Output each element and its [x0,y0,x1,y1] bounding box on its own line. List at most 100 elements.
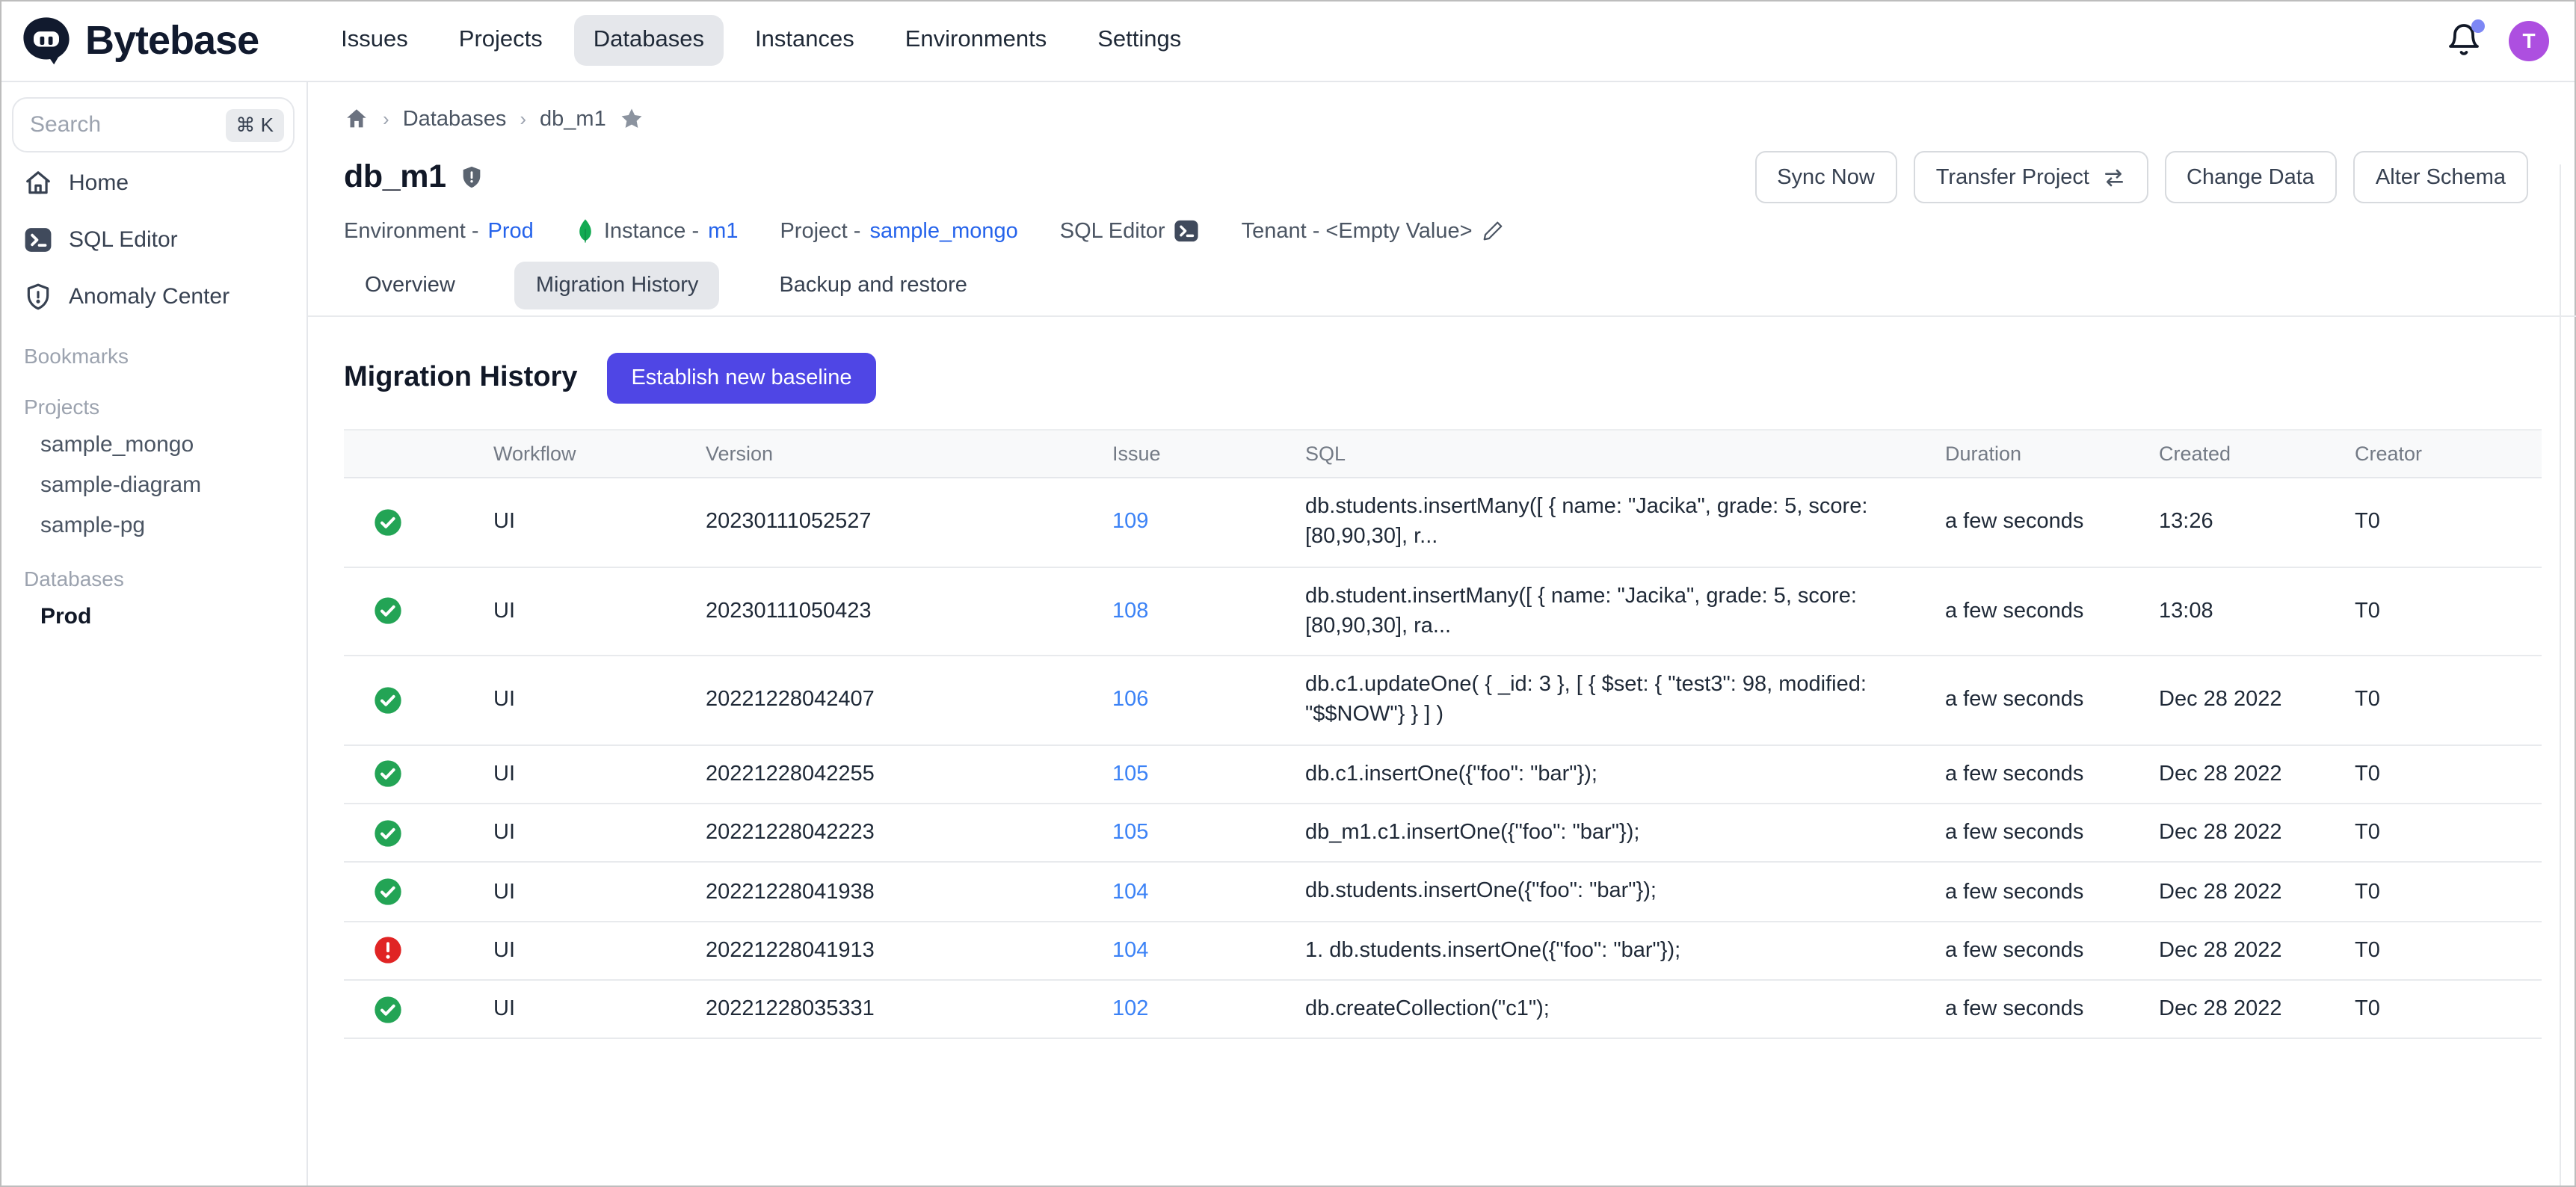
sidebar-item-sql-editor[interactable]: SQL Editor [12,214,295,266]
table-row[interactable]: UI202212280419131041. db.students.insert… [344,921,2542,980]
home-icon[interactable] [344,106,369,132]
issue-link[interactable]: 104 [1112,939,1148,963]
avatar[interactable]: T [2509,20,2549,61]
terminal-icon [1174,218,1200,244]
nav-item-settings[interactable]: Settings [1078,15,1201,66]
issue-link[interactable]: 102 [1112,997,1148,1021]
sidebar-item-label: Anomaly Center [69,284,229,309]
cell-duration: a few seconds [1906,921,2120,980]
sidebar-project-sample-mongo[interactable]: sample_mongo [12,425,295,465]
sync-now-button[interactable]: Sync Now [1754,151,1897,203]
table-row[interactable]: UI20230111052527109db.students.insertMan… [344,478,2542,567]
sidebar-project-sample-diagram[interactable]: sample-diagram [12,465,295,505]
transfer-project-button[interactable]: Transfer Project [1914,151,2148,203]
shield-alert-icon [24,283,52,311]
nav-item-databases[interactable]: Databases [574,15,724,66]
brand[interactable]: Bytebase [21,15,259,66]
terminal-icon [24,226,52,254]
cell-duration: a few seconds [1906,745,2120,804]
column-header-workflow: Workflow [455,430,667,478]
issue-link[interactable]: 109 [1112,511,1148,534]
sidebar-section-projects: Projects [12,374,295,425]
shield-icon [460,164,485,190]
tab-backup-and-restore[interactable]: Backup and restore [758,262,988,309]
cell-workflow: UI [455,478,667,567]
cell-creator: T0 [2316,980,2542,1039]
nav-item-issues[interactable]: Issues [321,15,428,66]
divider [308,315,2576,317]
column-header-version: Version [667,430,1073,478]
table-row[interactable]: UI20221228042255105db.c1.insertOne({"foo… [344,745,2542,804]
nav-item-instances[interactable]: Instances [736,15,874,66]
issue-link[interactable]: 105 [1112,821,1148,845]
table-header: WorkflowVersionIssueSQLDurationCreatedCr… [344,430,2542,478]
cell-creator: T0 [2316,921,2542,980]
issue-link[interactable]: 106 [1112,688,1148,712]
sidebar-item-label: SQL Editor [69,227,178,253]
cell-version: 20230111050423 [667,567,1073,656]
section-title: Migration History [344,362,577,395]
cell-created: Dec 28 2022 [2120,863,2316,922]
alter-schema-button[interactable]: Alter Schema [2353,151,2528,203]
cell-status [344,745,455,804]
star-icon[interactable] [620,106,645,132]
column-header-sql: SQL [1266,430,1906,478]
issue-link[interactable]: 108 [1112,599,1148,623]
table-row[interactable]: UI20230111050423108db.student.insertMany… [344,567,2542,656]
pencil-icon[interactable] [1482,220,1504,242]
establish-baseline-button[interactable]: Establish new baseline [607,353,875,404]
cell-sql: db.c1.updateOne( { _id: 3 }, [ { $set: {… [1266,656,1906,744]
environment-link[interactable]: Prod [488,219,534,243]
cell-sql: db.c1.insertOne({"foo": "bar"}); [1266,745,1906,804]
sidebar-item-anomaly-center[interactable]: Anomaly Center [12,271,295,323]
cell-version: 20221228042407 [667,656,1073,744]
nav-item-environments[interactable]: Environments [886,15,1067,66]
cell-version: 20221228042223 [667,804,1073,863]
breadcrumb-db-m1[interactable]: db_m1 [540,107,606,131]
tab-bar: Overview Migration History Backup and rest… [344,262,2576,309]
sidebar-project-sample-pg[interactable]: sample-pg [12,505,295,546]
issue-link[interactable]: 105 [1112,762,1148,786]
column-header-issue: Issue [1073,430,1266,478]
chevron-right-icon: › [520,108,526,130]
top-nav: Bytebase IssuesProjectsDatabasesInstance… [0,0,2576,82]
cell-created: Dec 28 2022 [2120,921,2316,980]
table-row[interactable]: UI20221228035331102db.createCollection("… [344,980,2542,1039]
search-box[interactable]: ⌘ K [12,97,295,152]
tab-overview[interactable]: Overview [344,262,476,309]
cell-version: 20221228041938 [667,863,1073,922]
database-meta-row: Environment - Prod Instance - m1 Project… [344,218,2576,244]
cell-creator: T0 [2316,478,2542,567]
column-header-creator: Creator [2316,430,2542,478]
table-row[interactable]: UI20221228041938104db.students.insertOne… [344,863,2542,922]
sql-editor-meta[interactable]: SQL Editor [1060,218,1200,244]
cell-duration: a few seconds [1906,804,2120,863]
table-row[interactable]: UI20221228042223105db_m1.c1.insertOne({"… [344,804,2542,863]
mongodb-leaf-icon [576,218,595,244]
brand-name: Bytebase [85,17,259,64]
table-row[interactable]: UI20221228042407106db.c1.updateOne( { _i… [344,656,2542,744]
cell-creator: T0 [2316,863,2542,922]
success-icon [374,686,402,715]
breadcrumb-databases[interactable]: Databases [403,107,507,131]
project-link[interactable]: sample_mongo [869,219,1017,243]
issue-link[interactable]: 104 [1112,880,1148,904]
cell-created: Dec 28 2022 [2120,745,2316,804]
notifications-button[interactable] [2446,22,2482,58]
change-data-button[interactable]: Change Data [2164,151,2337,203]
cell-status [344,656,455,744]
cell-creator: T0 [2316,804,2542,863]
project-meta: Project - sample_mongo [780,219,1017,243]
tab-migration-history[interactable]: Migration History [515,262,720,309]
nav-item-projects[interactable]: Projects [440,15,562,66]
cell-status [344,567,455,656]
cell-sql: db.students.insertMany([ { name: "Jacika… [1266,478,1906,567]
sidebar-database-prod[interactable]: Prod [12,596,295,637]
instance-link[interactable]: m1 [708,219,738,243]
migration-history-table: WorkflowVersionIssueSQLDurationCreatedCr… [344,429,2542,1040]
page-title: db_m1 [344,158,446,196]
cell-issue: 105 [1073,804,1266,863]
cell-workflow: UI [455,804,667,863]
sidebar-item-home[interactable]: Home [12,157,295,209]
search-input[interactable] [30,112,225,138]
